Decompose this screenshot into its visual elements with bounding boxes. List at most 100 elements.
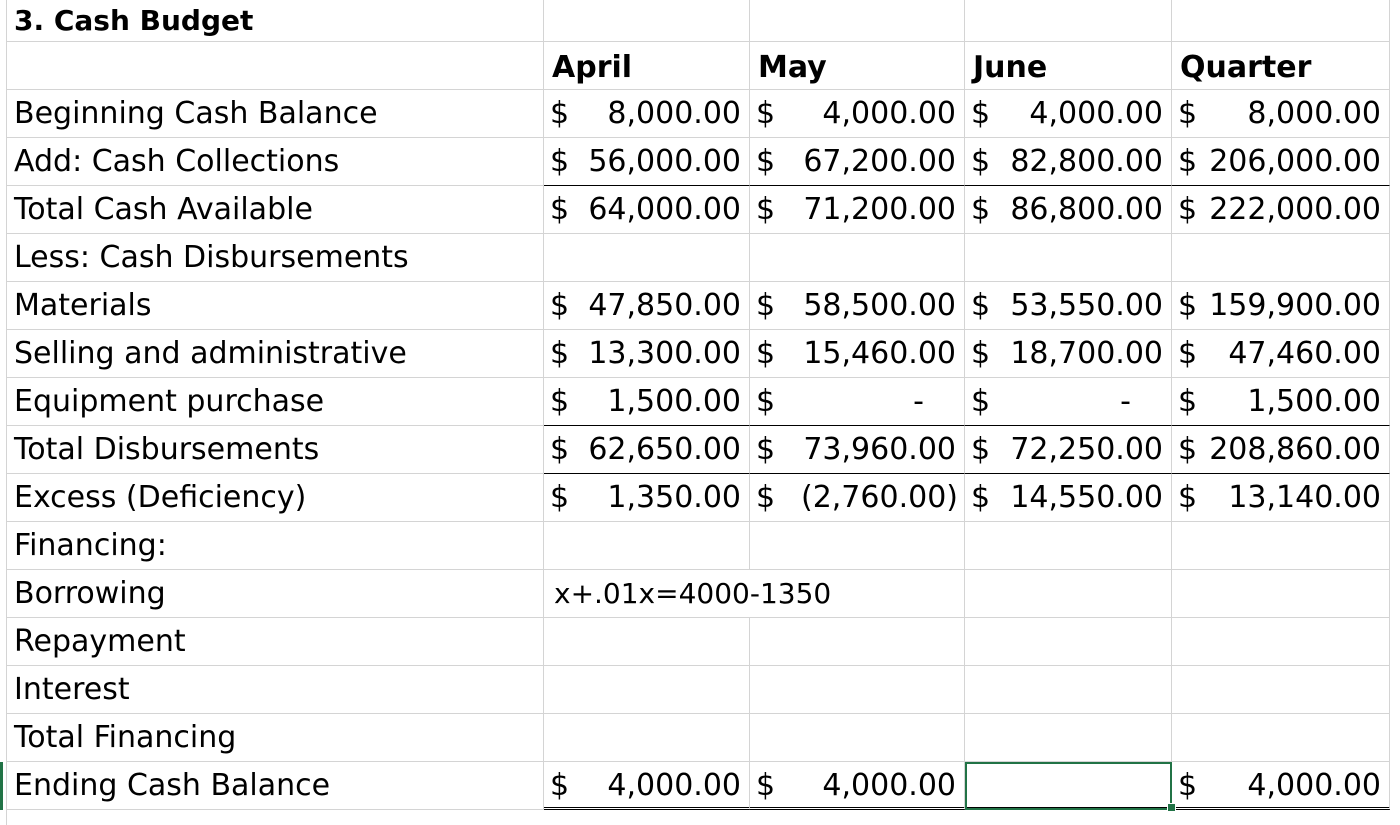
currency-symbol: $ <box>550 96 570 131</box>
empty-cell[interactable] <box>544 0 750 42</box>
row-label[interactable]: Ending Cash Balance <box>6 762 544 810</box>
amount-cell-june[interactable]: $4,000.00 <box>965 90 1172 138</box>
amount-cell-june[interactable]: $82,800.00 <box>965 138 1172 186</box>
fill-handle[interactable] <box>1167 803 1176 812</box>
amount-cell-june[interactable] <box>965 714 1172 762</box>
amount-cell-may[interactable]: $ - <box>750 378 965 426</box>
amount-cell-quarter[interactable] <box>1172 666 1390 714</box>
amount-value: 73,960.00 <box>803 432 956 467</box>
amount-cell-april[interactable]: $47,850.00 <box>544 282 750 330</box>
header-label-cell[interactable] <box>6 42 544 90</box>
amount-cell-april[interactable]: $8,000.00 <box>544 90 750 138</box>
row-label[interactable]: Add: Cash Collections <box>6 138 544 186</box>
amount-cell-may[interactable] <box>750 522 965 570</box>
amount-value: 159,900.00 <box>1209 288 1381 323</box>
currency-symbol: $ <box>756 96 776 131</box>
row-label[interactable]: Total Disbursements <box>6 426 544 474</box>
column-header-quarter[interactable]: Quarter <box>1172 42 1390 90</box>
amount-cell-quarter[interactable]: $47,460.00 <box>1172 330 1390 378</box>
amount-cell-june[interactable] <box>965 618 1172 666</box>
amount-cell-quarter[interactable]: $8,000.00 <box>1172 90 1390 138</box>
amount-cell-quarter[interactable] <box>1172 234 1390 282</box>
amount-cell-june[interactable] <box>965 666 1172 714</box>
amount-cell-june[interactable] <box>965 762 1176 812</box>
amount-cell-quarter[interactable]: $13,140.00 <box>1172 474 1390 522</box>
amount-cell-april[interactable]: $62,650.00 <box>544 426 750 474</box>
formula-note[interactable]: x+.01x=4000-1350 <box>544 570 831 618</box>
row-label[interactable]: Repayment <box>6 618 544 666</box>
amount-cell-quarter[interactable] <box>1172 522 1390 570</box>
amount-cell-quarter[interactable]: $4,000.00 <box>1172 762 1390 810</box>
amount-cell-april[interactable] <box>544 618 750 666</box>
currency-symbol: $ <box>756 288 776 323</box>
column-header-june[interactable]: June <box>965 42 1172 90</box>
amount-cell-quarter[interactable] <box>1172 714 1390 762</box>
amount-cell-may[interactable] <box>750 234 965 282</box>
amount-value: 71,200.00 <box>803 192 956 227</box>
column-header-may[interactable]: May <box>750 42 965 90</box>
amount-cell-april[interactable]: $1,500.00 <box>544 378 750 426</box>
empty-cell[interactable] <box>965 570 1172 618</box>
row-label[interactable]: Beginning Cash Balance <box>6 90 544 138</box>
row-label-text: Interest <box>14 672 130 707</box>
amount-cell-may[interactable] <box>750 714 965 762</box>
empty-cell[interactable] <box>1172 0 1390 42</box>
row-label-text: Repayment <box>14 624 186 659</box>
amount-cell-may[interactable]: $73,960.00 <box>750 426 965 474</box>
amount-cell-april[interactable] <box>544 234 750 282</box>
row-label[interactable]: Selling and administrative <box>6 330 544 378</box>
amount-cell-april[interactable]: $56,000.00 <box>544 138 750 186</box>
amount-cell-april[interactable]: $4,000.00 <box>544 762 750 810</box>
row-label[interactable]: Total Cash Available <box>6 186 544 234</box>
amount-cell-quarter[interactable]: $208,860.00 <box>1172 426 1390 474</box>
amount-cell-may[interactable]: $67,200.00 <box>750 138 965 186</box>
amount-cell-may[interactable] <box>750 618 965 666</box>
amount-cell-april[interactable]: $13,300.00 <box>544 330 750 378</box>
amount-cell-june[interactable]: $ - <box>965 378 1172 426</box>
amount-cell-april[interactable]: $64,000.00 <box>544 186 750 234</box>
amount-cell-may[interactable]: $58,500.00 <box>750 282 965 330</box>
amount-cell-may[interactable]: $71,200.00 <box>750 186 965 234</box>
amount-cell-may[interactable]: $4,000.00 <box>750 90 965 138</box>
amount-cell-may[interactable]: $ (2,760.00) <box>750 474 965 522</box>
amount-cell-april[interactable]: $1,350.00 <box>544 474 750 522</box>
amount-value: 67,200.00 <box>803 144 956 179</box>
row-label[interactable]: Excess (Deficiency) <box>6 474 544 522</box>
row-label[interactable]: Borrowing <box>6 570 544 618</box>
empty-cell[interactable] <box>1172 570 1390 618</box>
row-label[interactable]: Materials <box>6 282 544 330</box>
empty-cell[interactable] <box>750 0 965 42</box>
amount-cell-june[interactable]: $14,550.00 <box>965 474 1172 522</box>
currency-symbol: $ <box>550 288 570 323</box>
row-label-text: Less: Cash Disbursements <box>14 240 409 275</box>
amount-cell-june[interactable] <box>965 522 1172 570</box>
column-header-april[interactable]: April <box>544 42 750 90</box>
row-label[interactable]: Interest <box>6 666 544 714</box>
spreadsheet-grid[interactable]: 3. Cash Budget April May June Quarter Beginni… <box>0 0 1400 825</box>
sheet-title[interactable]: 3. Cash Budget <box>6 0 544 42</box>
amount-cell-june[interactable]: $86,800.00 <box>965 186 1172 234</box>
amount-cell-quarter[interactable]: $206,000.00 <box>1172 138 1390 186</box>
amount-cell-june[interactable] <box>965 234 1172 282</box>
amount-cell-april[interactable] <box>544 522 750 570</box>
amount-cell-may[interactable]: $4,000.00 <box>750 762 965 810</box>
empty-cell[interactable] <box>965 0 1172 42</box>
amount-cell-quarter[interactable]: $1,500.00 <box>1172 378 1390 426</box>
amount-cell-quarter[interactable]: $159,900.00 <box>1172 282 1390 330</box>
amount-cell-quarter[interactable] <box>1172 618 1390 666</box>
amount-cell-april[interactable] <box>544 714 750 762</box>
row-label[interactable]: Less: Cash Disbursements <box>6 234 544 282</box>
amount-cell-quarter[interactable]: $222,000.00 <box>1172 186 1390 234</box>
amount-cell-june[interactable]: $53,550.00 <box>965 282 1172 330</box>
amount-cell-may[interactable]: $15,460.00 <box>750 330 965 378</box>
amount-cell-may[interactable] <box>750 666 965 714</box>
amount-cell-june[interactable]: $72,250.00 <box>965 426 1172 474</box>
amount-cell-april[interactable] <box>544 666 750 714</box>
amount-value: 15,460.00 <box>803 336 956 371</box>
row-label-text: Beginning Cash Balance <box>14 96 378 131</box>
row-label[interactable]: Financing: <box>6 522 544 570</box>
row-label[interactable]: Equipment purchase <box>6 378 544 426</box>
row-label[interactable]: Total Financing <box>6 714 544 762</box>
amount-cell-june[interactable]: $18,700.00 <box>965 330 1172 378</box>
empty-cell[interactable] <box>750 570 965 618</box>
